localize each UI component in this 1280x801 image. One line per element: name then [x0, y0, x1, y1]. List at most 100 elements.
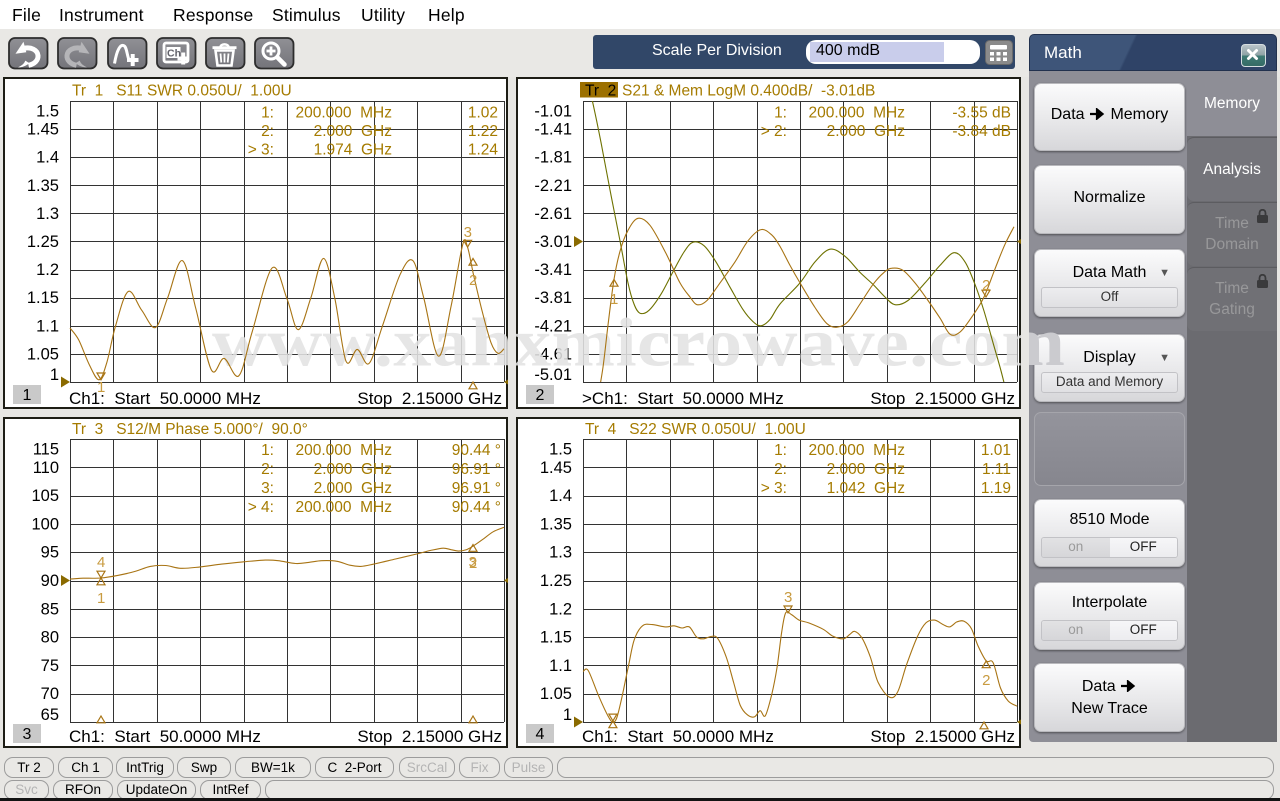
svg-text:1.35: 1.35	[540, 515, 572, 533]
svg-text:200.000 MHz: 200.000 MHz	[296, 442, 393, 459]
svg-text:1.15: 1.15	[540, 629, 572, 647]
svg-text:Ch1: Start 50.0000 MHz: Ch1: Start 50.0000 MHz	[69, 727, 261, 746]
svg-text:2:: 2:	[774, 461, 787, 478]
svg-text:1.15: 1.15	[27, 289, 59, 307]
svg-text:115: 115	[33, 441, 59, 459]
svg-text:1.25: 1.25	[27, 233, 59, 251]
svg-text:100: 100	[31, 515, 59, 533]
svg-text:2.000 GHz: 2.000 GHz	[314, 461, 392, 478]
svg-text:-3.84 dB: -3.84 dB	[952, 123, 1011, 140]
svg-text:3: 3	[464, 224, 472, 241]
svg-text:-1.41: -1.41	[534, 121, 572, 139]
svg-text:1.02: 1.02	[468, 105, 498, 122]
svg-text:3:: 3:	[261, 480, 274, 497]
svg-text:1:: 1:	[261, 442, 274, 459]
svg-text:1.042 GHz: 1.042 GHz	[827, 480, 905, 497]
svg-text:> 3:: > 3:	[761, 480, 787, 497]
svg-text:Ch1: Start 50.0000 MHz: Ch1: Start 50.0000 MHz	[582, 727, 774, 746]
svg-text:Stop 2.15000 GHz: Stop 2.15000 GHz	[357, 727, 502, 746]
svg-text:-3.01: -3.01	[534, 233, 572, 251]
svg-text:1.5: 1.5	[549, 441, 572, 459]
svg-text:80: 80	[41, 629, 59, 647]
svg-text:> 2:: > 2:	[761, 123, 787, 140]
svg-text:1: 1	[23, 387, 32, 404]
svg-text:65: 65	[41, 706, 59, 724]
svg-text:4: 4	[536, 726, 545, 743]
svg-text:1.3: 1.3	[549, 544, 572, 562]
svg-text:>Ch1: Start 50.0000 MHz: >Ch1: Start 50.0000 MHz	[582, 389, 784, 408]
svg-text:90.44 °: 90.44 °	[452, 442, 501, 459]
svg-text:1.2: 1.2	[549, 600, 572, 618]
svg-text:2: 2	[536, 387, 545, 404]
svg-text:2:: 2:	[261, 461, 274, 478]
svg-text:200.000 MHz: 200.000 MHz	[296, 499, 393, 516]
svg-text:1.3: 1.3	[36, 205, 59, 223]
svg-text:Tr 1 S11 SWR 0.050U/ 1.00U: Tr 1 S11 SWR 0.050U/ 1.00U	[72, 83, 292, 100]
svg-text:Tr 2: Tr 2	[585, 83, 616, 100]
svg-text:2: 2	[469, 272, 477, 289]
svg-text:1: 1	[97, 379, 105, 396]
svg-text:75: 75	[41, 657, 59, 675]
svg-text:1.25: 1.25	[540, 572, 572, 590]
svg-text:-1.81: -1.81	[534, 149, 572, 167]
svg-text:110: 110	[33, 459, 59, 477]
svg-text:Stop 2.15000 GHz: Stop 2.15000 GHz	[357, 389, 502, 408]
svg-text:1:: 1:	[774, 442, 787, 459]
svg-text:96.91 °: 96.91 °	[452, 461, 501, 478]
svg-text:1.05: 1.05	[27, 345, 59, 363]
svg-text:> 3:: > 3:	[248, 142, 274, 159]
svg-text:1: 1	[563, 706, 572, 724]
svg-text:Stop 2.15000 GHz: Stop 2.15000 GHz	[870, 389, 1015, 408]
svg-text:www.xahxmicrowave.com: www.xahxmicrowave.com	[516, 305, 1021, 381]
svg-text:-1.01: -1.01	[534, 103, 572, 121]
svg-text:1.4: 1.4	[36, 149, 59, 167]
svg-text:1.11: 1.11	[982, 461, 1011, 478]
svg-text:1.24: 1.24	[468, 142, 499, 159]
svg-text:200.000 MHz: 200.000 MHz	[296, 105, 393, 122]
svg-text:-3.55 dB: -3.55 dB	[952, 105, 1011, 122]
svg-text:1.1: 1.1	[549, 657, 572, 675]
svg-text:96.91 °: 96.91 °	[452, 480, 501, 497]
svg-text:1.22: 1.22	[468, 123, 498, 140]
svg-text:200.000 MHz: 200.000 MHz	[809, 442, 906, 459]
svg-text:3: 3	[784, 589, 792, 606]
svg-text:1.45: 1.45	[27, 121, 59, 139]
svg-text:1.5: 1.5	[36, 103, 59, 121]
svg-text:1.05: 1.05	[540, 685, 572, 703]
svg-text:1.45: 1.45	[540, 459, 572, 477]
svg-text:S21 & Mem LogM 0.400dB/ -3.01: S21 & Mem LogM 0.400dB/ -3.01dB	[622, 83, 875, 100]
svg-text:1.4: 1.4	[549, 487, 572, 505]
svg-text:95: 95	[41, 544, 59, 562]
svg-text:-2.21: -2.21	[534, 177, 572, 195]
svg-text:1:: 1:	[261, 105, 274, 122]
svg-text:1: 1	[610, 291, 618, 308]
svg-text:200.000 MHz: 200.000 MHz	[809, 105, 906, 122]
svg-text:1:: 1:	[774, 105, 787, 122]
svg-text:90: 90	[41, 572, 59, 590]
svg-text:1.974 GHz: 1.974 GHz	[314, 142, 392, 159]
svg-text:1.2: 1.2	[36, 261, 59, 279]
svg-text:-2.61: -2.61	[534, 205, 572, 223]
svg-text:105: 105	[31, 487, 59, 505]
svg-text:> 4:: > 4:	[248, 499, 274, 516]
svg-text:3: 3	[23, 726, 32, 743]
svg-text:4: 4	[97, 554, 105, 571]
svg-text:85: 85	[41, 600, 59, 618]
svg-text:1.19: 1.19	[981, 480, 1011, 497]
svg-text:1.01: 1.01	[981, 442, 1011, 459]
svg-text:90.44 °: 90.44 °	[452, 499, 501, 516]
svg-text:70: 70	[41, 685, 59, 703]
svg-text:1.1: 1.1	[36, 317, 59, 335]
svg-text:2.000 GHz: 2.000 GHz	[827, 123, 905, 140]
svg-text:2.000 GHz: 2.000 GHz	[827, 461, 905, 478]
svg-text:1: 1	[97, 590, 105, 607]
svg-text:2: 2	[982, 672, 990, 689]
svg-text:1.35: 1.35	[27, 177, 59, 195]
svg-text:1: 1	[50, 366, 59, 384]
svg-text:2.000 GHz: 2.000 GHz	[314, 123, 392, 140]
svg-text:Stop 2.15000 GHz: Stop 2.15000 GHz	[870, 727, 1015, 746]
svg-text:2.000 GHz: 2.000 GHz	[314, 480, 392, 497]
svg-text:Tr 4 S22 SWR 0.050U/ 1.00U: Tr 4 S22 SWR 0.050U/ 1.00U	[585, 421, 806, 438]
svg-text:-3.41: -3.41	[534, 261, 572, 279]
svg-text:Tr 3 S12/M Phase 5.000°/ 9: Tr 3 S12/M Phase 5.000°/ 90.0°	[72, 421, 308, 438]
